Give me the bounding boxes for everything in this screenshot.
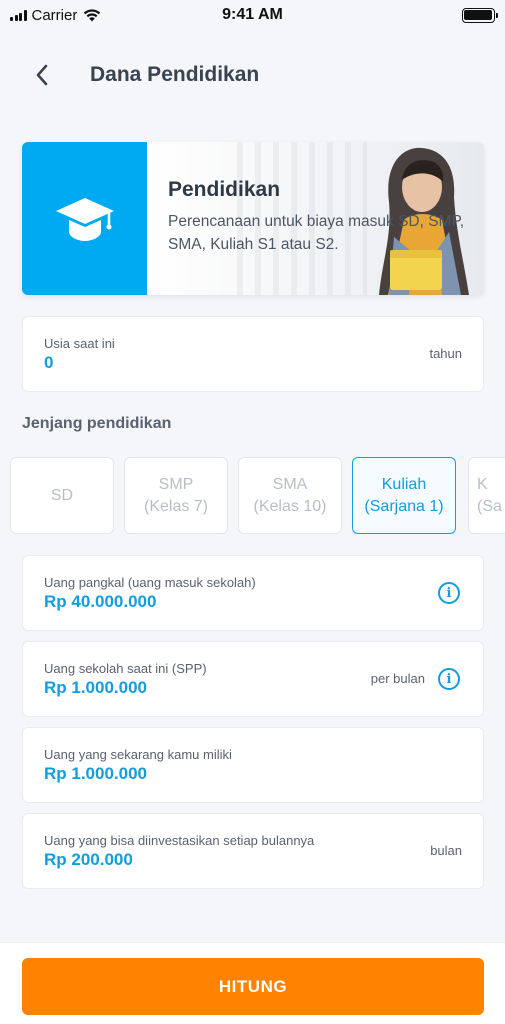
- banner-body: Pendidikan Perencanaan untuk biaya masuk…: [147, 142, 484, 295]
- graduation-cap-icon: [55, 197, 114, 241]
- education-level-selector: SD SMP (Kelas 7) SMA (Kelas 10) Kuliah (…: [10, 457, 505, 534]
- entrance-fee-info-icon[interactable]: i: [438, 582, 460, 604]
- monthly-invest-suffix: bulan: [430, 843, 462, 858]
- signal-icon: [10, 9, 27, 21]
- spp-label: Uang sekolah saat ini (SPP): [44, 661, 207, 676]
- status-right: [335, 7, 498, 23]
- battery-icon: [461, 7, 498, 23]
- education-banner: Pendidikan Perencanaan untuk biaya masuk…: [22, 142, 484, 295]
- age-suffix: tahun: [429, 346, 462, 361]
- status-left: Carrier: [10, 7, 170, 24]
- level-option-line2: (Sa: [477, 497, 502, 515]
- entrance-fee-value[interactable]: Rp 40.000.000: [44, 592, 156, 612]
- education-level-title: Jenjang pendidikan: [22, 415, 172, 432]
- age-value[interactable]: 0: [44, 353, 53, 373]
- level-option-line1: SD: [50, 486, 74, 504]
- entrance-fee-field[interactable]: Uang pangkal (uang masuk sekolah) Rp 40.…: [22, 555, 484, 631]
- carrier-name: Carrier: [31, 6, 78, 24]
- level-option-sd[interactable]: SD: [10, 457, 114, 534]
- spp-info-icon[interactable]: i: [438, 668, 460, 690]
- savings-field[interactable]: Uang yang sekarang kamu miliki Rp 1.000.…: [22, 727, 484, 803]
- status-time: 9:41 AM: [222, 6, 283, 23]
- savings-label: Uang yang sekarang kamu miliki: [44, 747, 232, 762]
- savings-value[interactable]: Rp 1.000.000: [44, 764, 147, 784]
- level-option-next[interactable]: K (Sa: [468, 457, 505, 534]
- level-option-kuliah[interactable]: Kuliah (Sarjana 1): [352, 457, 456, 534]
- age-field[interactable]: Usia saat ini 0 tahun: [22, 316, 484, 392]
- wifi-icon: [84, 9, 101, 22]
- back-button[interactable]: [22, 55, 62, 95]
- spp-value[interactable]: Rp 1.000.000: [44, 678, 147, 698]
- level-option-line1: Kuliah: [381, 475, 427, 493]
- monthly-invest-field[interactable]: Uang yang bisa diinvestasikan setiap bul…: [22, 813, 484, 889]
- level-option-line1: K: [477, 475, 488, 493]
- page-title: Dana Pendidikan: [90, 63, 260, 86]
- spp-suffix: per bulan: [370, 671, 425, 686]
- bottom-action-bar: HITUNG: [0, 942, 505, 1024]
- spp-field[interactable]: Uang sekolah saat ini (SPP) Rp 1.000.000…: [22, 641, 484, 717]
- status-bar: Carrier 9:41 AM: [0, 0, 505, 30]
- nav-header: Dana Pendidikan: [0, 50, 505, 100]
- level-option-line2: (Kelas 10): [253, 497, 327, 515]
- level-option-smp[interactable]: SMP (Kelas 7): [124, 457, 228, 534]
- level-option-line2: (Kelas 7): [143, 497, 209, 515]
- monthly-invest-label: Uang yang bisa diinvestasikan setiap bul…: [44, 833, 315, 848]
- level-option-sma[interactable]: SMA (Kelas 10): [238, 457, 342, 534]
- chevron-left-icon: [36, 64, 48, 86]
- banner-title: Pendidikan: [168, 178, 281, 201]
- banner-text: Pendidikan Perencanaan untuk biaya masuk…: [168, 178, 468, 256]
- banner-description: Perencanaan untuk biaya masuk SD, SMP, S…: [168, 213, 465, 253]
- banner-icon-box: [22, 142, 147, 295]
- level-option-line2: (Sarjana 1): [364, 497, 444, 515]
- calculate-button[interactable]: HITUNG: [22, 958, 484, 1015]
- age-label: Usia saat ini: [44, 336, 115, 351]
- monthly-invest-value[interactable]: Rp 200.000: [44, 850, 133, 870]
- level-option-line1: SMP: [158, 475, 194, 493]
- level-option-line1: SMA: [272, 475, 308, 493]
- entrance-fee-label: Uang pangkal (uang masuk sekolah): [44, 575, 256, 590]
